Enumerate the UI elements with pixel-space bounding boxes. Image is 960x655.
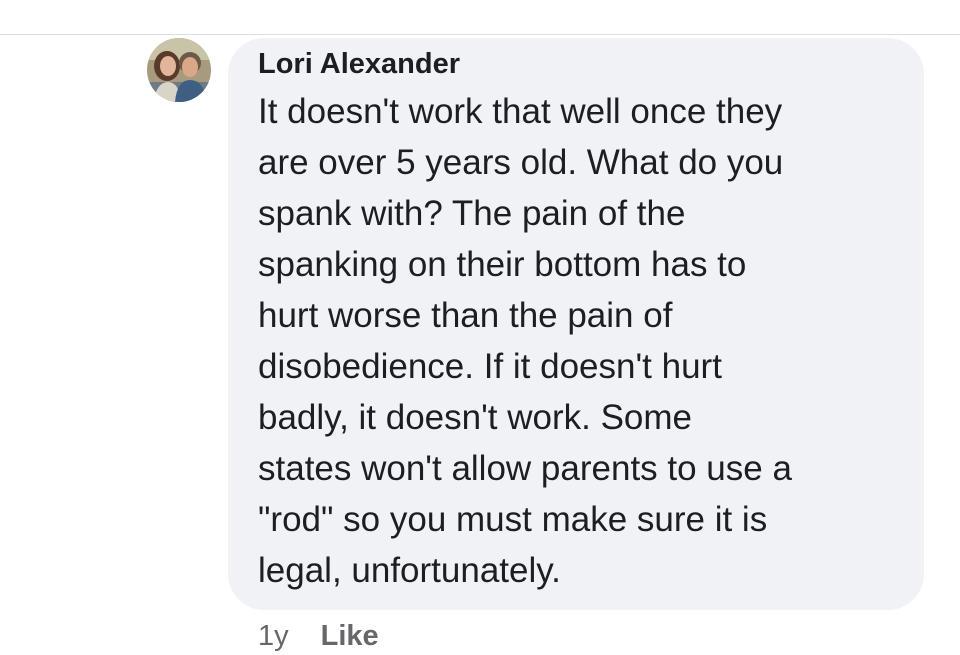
avatar-photo xyxy=(147,38,211,102)
comment-line: are over 5 years old. What do you xyxy=(258,143,784,182)
top-divider xyxy=(0,34,960,35)
comment-timestamp[interactable]: 1y xyxy=(258,620,289,653)
like-button[interactable]: Like xyxy=(321,620,379,653)
comment-line: disobedience. If it doesn't hurt xyxy=(258,347,722,386)
comment-line: It doesn't work that well once they xyxy=(258,92,783,131)
comment-line: spank with? The pain of the xyxy=(258,194,686,233)
comment-line: hurt worse than the pain of xyxy=(258,296,673,335)
comment-line: badly, it doesn't work. Some xyxy=(258,398,693,437)
comment-actions: 1y Like xyxy=(258,618,379,654)
comment-line: states won't allow parents to use a xyxy=(258,449,792,488)
comment-line: spanking on their bottom has to xyxy=(258,245,747,284)
comment-line: "rod" so you must make sure it is xyxy=(258,500,768,539)
comment-body: It doesn't work that well once they are … xyxy=(258,86,918,596)
comment-author[interactable]: Lori Alexander xyxy=(258,46,460,82)
avatar[interactable] xyxy=(147,38,211,102)
comment-line: legal, unfortunately. xyxy=(258,551,561,590)
